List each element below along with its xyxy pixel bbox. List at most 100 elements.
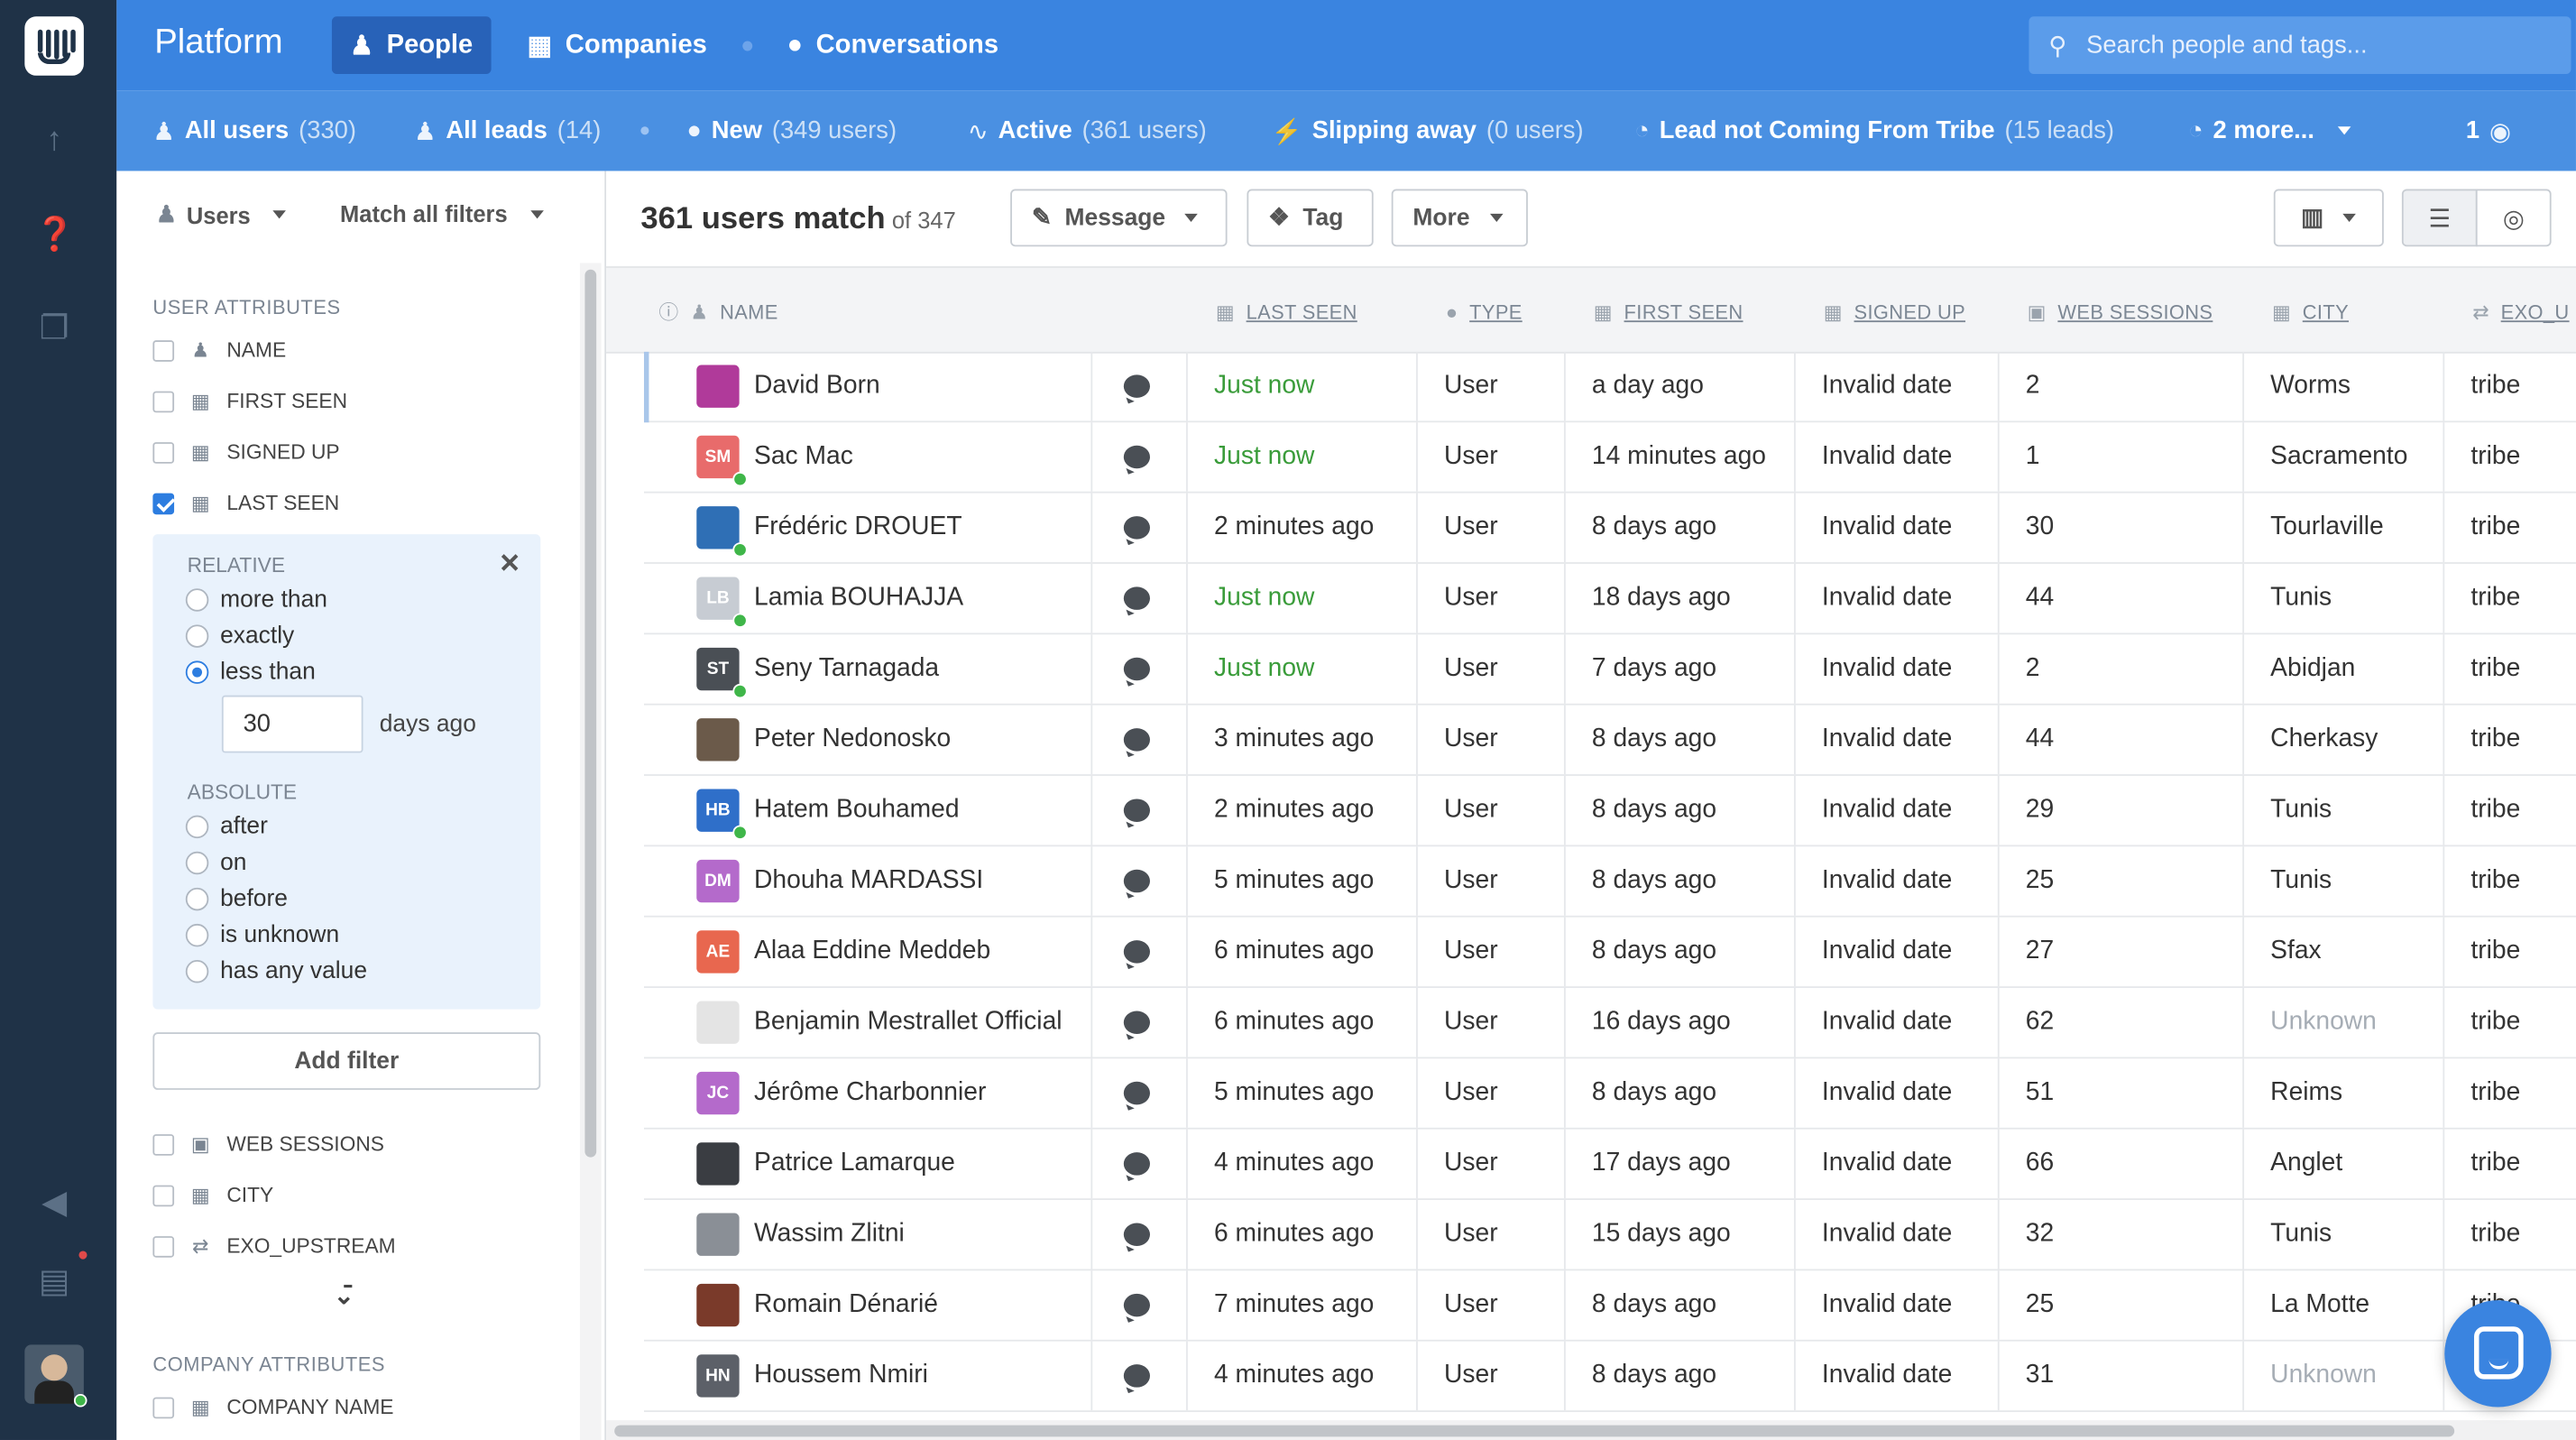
attr-exo-upstream[interactable]: ⇄ EXO_UPSTREAM — [152, 1234, 396, 1258]
user-name[interactable]: Sac Mac — [754, 422, 853, 492]
match-filters-dropdown[interactable]: Match all filters — [340, 200, 544, 226]
checkbox[interactable] — [152, 339, 175, 361]
conversation-icon-cell[interactable] — [1123, 1342, 1150, 1411]
avatar[interactable]: LB — [696, 577, 748, 628]
radio-button[interactable] — [185, 959, 209, 983]
close-icon[interactable]: ✕ — [499, 548, 520, 580]
table-row[interactable]: SM Sac Mac Just now User 14 minutes ago Inval… — [643, 422, 2576, 494]
avatar[interactable] — [696, 365, 740, 408]
user-name[interactable]: Romain Dénarié — [754, 1270, 938, 1340]
radio-button[interactable] — [185, 887, 209, 911]
messenger-launcher-button[interactable] — [2444, 1300, 2552, 1408]
search-box[interactable]: ⚲ — [2029, 16, 2571, 74]
col-first-seen[interactable]: ▦ FIRST SEEN — [1594, 268, 1743, 355]
table-row[interactable]: DM Dhouha MARDASSI 5 minutes ago User 8 days… — [643, 846, 2576, 918]
conversation-icon-cell[interactable] — [1123, 634, 1150, 704]
conversation-icon-cell[interactable] — [1123, 776, 1150, 845]
attr-last-seen[interactable]: ▦ LAST SEEN — [152, 492, 339, 514]
avatar[interactable]: HN — [696, 1354, 740, 1398]
map-view-button[interactable]: ◎ — [2475, 189, 2552, 247]
user-name[interactable]: Lamia BOUHAJJA — [754, 564, 963, 633]
avatar[interactable]: HB — [696, 789, 748, 840]
table-row[interactable]: JC Jérôme Charbonnier 5 minutes ago User 8 d… — [643, 1058, 2576, 1130]
segment-all-leads[interactable]: ♟ All leads (14) — [414, 90, 601, 171]
user-name[interactable]: Benjamin Mestrallet Official — [754, 988, 1063, 1057]
col-type[interactable]: ● TYPE — [1446, 268, 1523, 355]
conversation-icon-cell[interactable] — [1123, 564, 1150, 633]
watchers-indicator[interactable]: 1 ◉ — [2466, 90, 2511, 171]
table-row[interactable]: Wassim Zlitni 6 minutes ago User 15 days ag… — [643, 1199, 2576, 1271]
conversation-icon-cell[interactable] — [1123, 1200, 1150, 1269]
intercom-logo-icon[interactable] — [24, 16, 84, 76]
radio-on[interactable]: on — [185, 850, 246, 876]
radio-button-selected[interactable] — [185, 660, 209, 684]
segment-all-users[interactable]: ♟ All users (330) — [152, 90, 356, 171]
attr-city[interactable]: ▦ CITY — [152, 1184, 273, 1206]
avatar[interactable]: JC — [696, 1071, 740, 1115]
checkbox[interactable] — [152, 1184, 175, 1206]
radio-is-unknown[interactable]: is unknown — [185, 922, 339, 948]
segment-active[interactable]: ∿ Active (361 users) — [968, 90, 1207, 171]
conversation-icon-cell[interactable] — [1123, 918, 1150, 987]
conversation-icon-cell[interactable] — [1123, 846, 1150, 916]
table-row[interactable]: Patrice Lamarque 4 minutes ago User 17 days… — [643, 1129, 2576, 1200]
radio-button[interactable] — [185, 588, 209, 612]
avatar[interactable] — [696, 1142, 740, 1186]
conversation-icon-cell[interactable] — [1123, 494, 1150, 563]
attr-web-sessions[interactable]: ▣ WEB SESSIONS — [152, 1132, 384, 1156]
avatar[interactable] — [696, 506, 748, 558]
table-row[interactable]: LB Lamia BOUHAJJA Just now User 18 days ago I… — [643, 563, 2576, 635]
table-row[interactable]: Peter Nedonosko 3 minutes ago User 8 days a… — [643, 705, 2576, 776]
users-dropdown[interactable]: ♟ Users — [156, 200, 287, 228]
user-name[interactable]: Dhouha MARDASSI — [754, 846, 983, 916]
user-name[interactable]: Seny Tarnagada — [754, 634, 939, 704]
segment-lead-not-from-tribe[interactable]: ◔ Lead not Coming From Tribe (15 leads) — [1634, 90, 2114, 171]
account-avatar[interactable] — [24, 1344, 84, 1404]
col-signed-up[interactable]: ▦ SIGNED UP — [1824, 268, 1965, 355]
avatar[interactable] — [696, 718, 740, 762]
table-row[interactable]: Frédéric DROUET 2 minutes ago User 8 days a… — [643, 493, 2576, 564]
checkbox[interactable] — [152, 1396, 175, 1418]
checkbox[interactable] — [152, 1235, 175, 1257]
search-input[interactable] — [2086, 31, 2547, 60]
days-value-input[interactable]: 30 — [221, 695, 363, 753]
table-row[interactable]: Romain Dénarié 7 minutes ago User 8 days ag… — [643, 1270, 2576, 1342]
table-row[interactable]: AE Alaa Eddine Meddeb 6 minutes ago User 8 d… — [643, 917, 2576, 988]
table-row[interactable]: ST Seny Tarnagada Just now User 7 days ago In… — [643, 634, 2576, 706]
avatar[interactable]: DM — [696, 859, 740, 903]
inbox-search-icon[interactable]: ❐ — [34, 309, 74, 349]
segment-more-dropdown[interactable]: ◔ 2 more... — [2188, 90, 2351, 171]
columns-button[interactable]: ▥ — [2273, 189, 2384, 247]
avatar[interactable] — [696, 1001, 740, 1044]
add-filter-button[interactable]: Add filter — [152, 1032, 541, 1090]
book-icon[interactable]: ▤ — [34, 1262, 74, 1302]
segment-slipping-away[interactable]: ⚡ Slipping away (0 users) — [1272, 90, 1584, 171]
megaphone-icon[interactable]: ◀ — [34, 1184, 74, 1223]
checkbox[interactable] — [152, 1133, 175, 1155]
avatar[interactable]: SM — [696, 435, 748, 487]
checkbox[interactable] — [152, 390, 175, 412]
conversation-icon-cell[interactable] — [1123, 352, 1150, 421]
scroll-thumb[interactable] — [614, 1425, 2455, 1437]
tag-button[interactable]: ❖ Tag — [1247, 189, 1374, 247]
conversation-icon-cell[interactable] — [1123, 1058, 1150, 1128]
user-name[interactable]: Alaa Eddine Meddeb — [754, 918, 990, 987]
table-row[interactable]: David Born Just now User a day ago Invalid d… — [643, 351, 2576, 423]
list-view-button[interactable]: ☰ — [2401, 189, 2478, 247]
segment-new[interactable]: ● New (349 users) — [686, 90, 897, 171]
expand-more-icon[interactable]: ⌄̄ — [334, 1280, 354, 1310]
user-name[interactable]: Hatem Bouhamed — [754, 776, 960, 845]
user-name[interactable]: Frédéric DROUET — [754, 494, 962, 563]
radio-less-than[interactable]: less than — [185, 660, 316, 686]
col-exo-upstream[interactable]: ⇄ EXO_U — [2472, 268, 2569, 355]
avatar[interactable] — [696, 1283, 740, 1327]
radio-more-than[interactable]: more than — [185, 586, 327, 614]
radio-has-any-value[interactable]: has any value — [185, 958, 367, 984]
conversation-icon-cell[interactable] — [1123, 988, 1150, 1057]
radio-exactly[interactable]: exactly — [185, 623, 294, 650]
radio-button[interactable] — [185, 624, 209, 648]
attr-first-seen[interactable]: ▦ FIRST SEEN — [152, 390, 347, 412]
col-web-sessions[interactable]: ▣ WEB SESSIONS — [2028, 268, 2213, 355]
radio-before[interactable]: before — [185, 886, 288, 912]
radio-button[interactable] — [185, 923, 209, 947]
